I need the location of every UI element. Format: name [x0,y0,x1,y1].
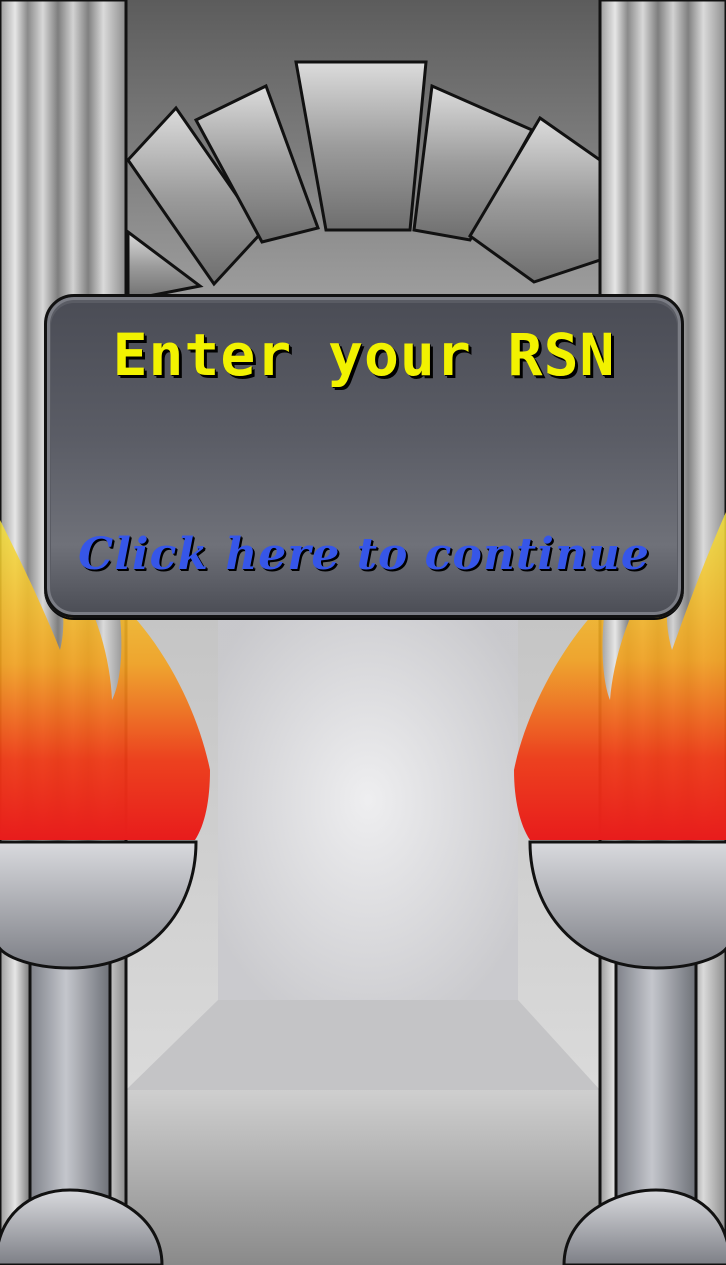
dialog-title: Enter your RSN [112,321,616,389]
rsn-entry-screen: Enter your RSN Click here to continue [0,0,726,1265]
doorway-light [218,600,518,1000]
rsn-dialog[interactable]: Enter your RSN Click here to continue [44,294,684,618]
castle-hall-background [0,0,726,1265]
continue-button[interactable]: Click here to continue [47,529,681,580]
